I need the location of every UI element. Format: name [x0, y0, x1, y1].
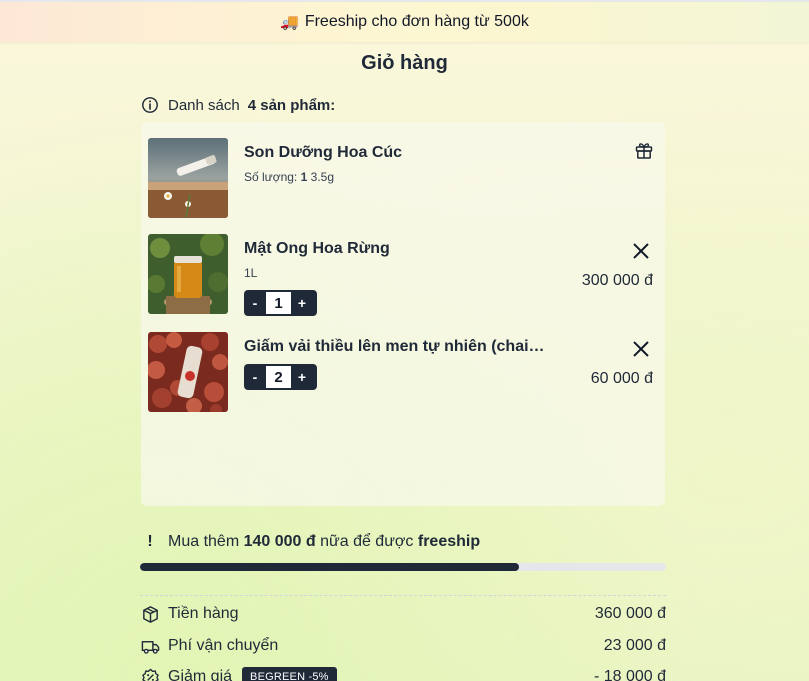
subtotal-label: Tiền hàng [168, 605, 239, 622]
banner-text: Freeship cho đơn hàng từ 500k [304, 13, 529, 30]
remaining-amount: 140 000 đ [243, 533, 316, 550]
cart-item: Mật Ong Hoa Rừng 1L - 1 + 300 000 đ [148, 234, 660, 316]
exclamation-icon: ! [147, 533, 153, 550]
item-quantity-info: Số lượng: 1 3.5g [244, 170, 334, 184]
cart-list-header: Danh sách 4 sản phẩm: [141, 95, 335, 115]
freeship-progress-bar [140, 563, 666, 571]
discount-code-badge[interactable]: BEGREEN -5% [242, 667, 337, 681]
divider [140, 595, 666, 596]
item-name[interactable]: Giấm vải thiều lên men tự nhiên (chai… [244, 338, 545, 356]
package-icon [143, 605, 158, 623]
item-count: 4 sản phẩm: [247, 96, 336, 114]
subtotal-value: 360 000 đ [594, 605, 666, 622]
truck-icon [141, 640, 160, 654]
decrease-button[interactable]: - [244, 364, 266, 390]
quantity-stepper: - 1 + [244, 290, 317, 316]
progress-fill [140, 563, 519, 571]
product-image[interactable] [148, 234, 228, 314]
note-middle: nữa để được [320, 533, 414, 550]
freeship-banner: 🚚 Freeship cho đơn hàng từ 500k [0, 0, 809, 42]
subtotal-row: Tiền hàng 360 000 đ [141, 603, 666, 625]
cart-item: Giấm vải thiều lên men tự nhiên (chai… -… [148, 332, 660, 412]
shipping-row: Phí vận chuyển 23 000 đ [141, 635, 666, 657]
page-title: Giỏ hàng [361, 52, 448, 74]
discount-label: Giảm giá [168, 668, 233, 681]
gift-icon [635, 143, 653, 159]
info-icon [142, 97, 158, 113]
increase-button[interactable]: + [291, 364, 313, 390]
close-icon[interactable] [632, 242, 650, 260]
item-price: 300 000 đ [581, 272, 653, 289]
shipping-value: 23 000 đ [603, 637, 666, 654]
product-image[interactable] [148, 332, 228, 412]
shipping-label: Phí vận chuyển [168, 637, 279, 654]
quantity-label: Số lượng: [244, 170, 298, 184]
item-variant: 3.5g [310, 170, 334, 184]
product-image[interactable] [148, 138, 228, 218]
note-suffix: freeship [417, 533, 481, 550]
cart-items-panel: Son Dưỡng Hoa Cúc Số lượng: 1 3.5g Mật O… [141, 122, 665, 506]
item-variant: 1L [244, 266, 258, 280]
quantity-value[interactable]: 1 [266, 292, 291, 314]
increase-button[interactable]: + [291, 290, 313, 316]
quantity-value: 1 [300, 170, 308, 184]
decrease-button[interactable]: - [244, 290, 266, 316]
list-label: Danh sách [168, 96, 240, 114]
item-price: 60 000 đ [590, 370, 653, 387]
discount-icon [142, 668, 159, 681]
freeship-progress-note: ! Mua thêm 140 000 đ nữa để được freeshi… [141, 532, 480, 552]
discount-value: - 18 000 đ [593, 668, 666, 681]
quantity-stepper: - 2 + [244, 364, 317, 390]
cart-item: Son Dưỡng Hoa Cúc Số lượng: 1 3.5g [148, 138, 660, 218]
item-name[interactable]: Mật Ong Hoa Rừng [244, 240, 390, 258]
quantity-value[interactable]: 2 [266, 366, 291, 388]
item-name[interactable]: Son Dưỡng Hoa Cúc [244, 144, 402, 162]
note-prefix: Mua thêm [168, 533, 240, 550]
close-icon[interactable] [632, 340, 650, 358]
truck-icon: 🚚 [280, 14, 299, 31]
discount-row: Giảm giá BEGREEN -5% - 18 000 đ [141, 666, 666, 681]
